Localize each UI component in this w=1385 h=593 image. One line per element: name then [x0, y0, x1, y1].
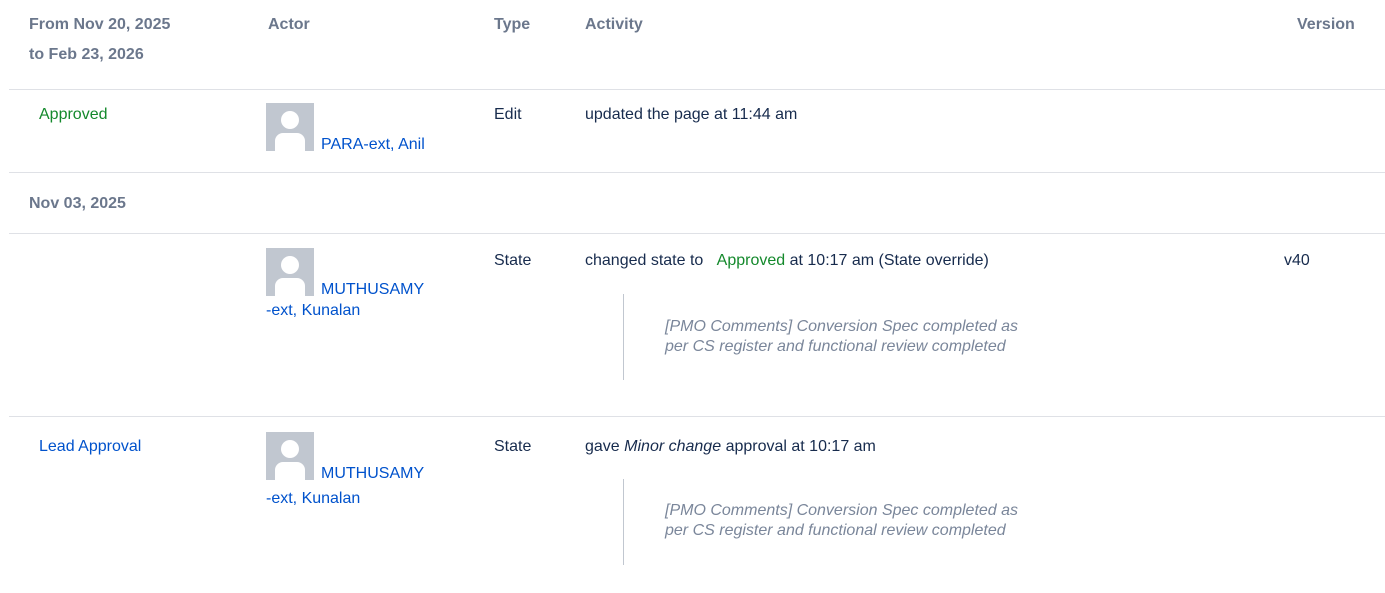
avatar-head — [281, 111, 299, 129]
activity-description: gave Minor change approval at 10:17 am — [585, 437, 876, 457]
group-divider — [9, 233, 1385, 234]
activity-type: State — [494, 252, 532, 269]
avatar-body — [275, 278, 305, 296]
avatar-body — [275, 462, 305, 480]
actor-link-line2[interactable]: -ext, Kunalan — [266, 301, 360, 321]
header-activity: Activity — [585, 16, 643, 33]
actor-link-line2[interactable]: -ext, Kunalan — [266, 489, 360, 509]
header-version: Version — [1297, 16, 1355, 33]
activity-prefix: changed state to — [585, 252, 704, 269]
activity-prefix: gave — [585, 438, 620, 455]
page-history-table: From Nov 20, 2025 to Feb 23, 2026 Actor … — [0, 0, 1385, 593]
activity-type: State — [494, 438, 532, 455]
actor-link[interactable]: PARA-ext, Anil — [321, 135, 425, 155]
row-divider — [9, 172, 1385, 173]
user-avatar-icon[interactable] — [266, 432, 314, 480]
state-link-lead-approval[interactable]: Lead Approval — [39, 437, 141, 457]
comment-text: [PMO Comments] Conversion Spec completed… — [665, 317, 1135, 357]
avatar-head — [281, 440, 299, 458]
activity-suffix: approval at 10:17 am — [725, 438, 876, 455]
state-badge-approved: Approved — [39, 106, 108, 123]
comment-line: per CS register and functional review co… — [665, 522, 1006, 539]
date-group-label: Nov 03, 2025 — [29, 195, 126, 212]
header-divider — [9, 89, 1385, 90]
header-date-range: From Nov 20, 2025 to Feb 23, 2026 — [29, 10, 170, 70]
comment-quote-bar — [623, 294, 624, 380]
state-badge-approved: Approved — [716, 252, 786, 269]
activity-type: Edit — [494, 106, 522, 123]
comment-line: per CS register and functional review co… — [665, 338, 1006, 355]
activity-suffix: at 10:17 am (State override) — [789, 252, 989, 269]
version-link[interactable]: v40 — [1284, 251, 1310, 271]
activity-emphasis: Minor change — [624, 438, 722, 455]
actor-link-line1[interactable]: MUTHUSAMY — [321, 280, 424, 300]
actor-link-line1[interactable]: MUTHUSAMY — [321, 464, 424, 484]
header-date-range-to: to Feb 23, 2026 — [29, 46, 144, 63]
activity-description: updated the page at 11:44 am — [585, 106, 798, 123]
activity-description: changed state to Approved at 10:17 am (S… — [585, 251, 989, 271]
header-type: Type — [494, 16, 531, 33]
table-header: From Nov 20, 2025 to Feb 23, 2026 Actor … — [0, 0, 1385, 90]
comment-line: [PMO Comments] Conversion Spec completed… — [665, 318, 1019, 335]
header-actor: Actor — [268, 16, 310, 33]
comment-line: [PMO Comments] Conversion Spec completed… — [665, 502, 1019, 519]
user-avatar-icon[interactable] — [266, 248, 314, 296]
comment-text: [PMO Comments] Conversion Spec completed… — [665, 501, 1135, 541]
avatar-body — [275, 133, 305, 151]
user-avatar-icon[interactable] — [266, 103, 314, 151]
avatar-head — [281, 256, 299, 274]
comment-quote-bar — [623, 479, 624, 565]
row-divider — [9, 416, 1385, 417]
header-date-range-from: From Nov 20, 2025 — [29, 16, 171, 33]
